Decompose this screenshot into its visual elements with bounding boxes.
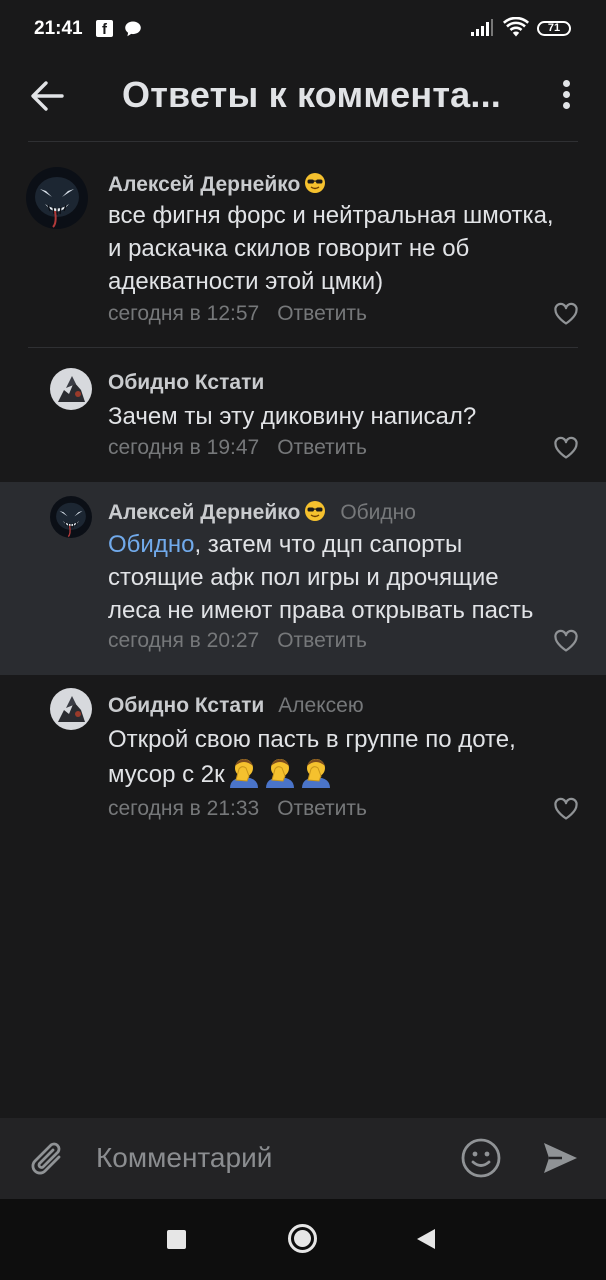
nav-back-button[interactable] bbox=[416, 1228, 436, 1250]
battery-icon: 71 bbox=[537, 21, 571, 36]
paperclip-icon[interactable] bbox=[28, 1138, 68, 1180]
cell-signal-icon bbox=[471, 19, 493, 36]
app-header: Ответы к коммента... bbox=[0, 58, 606, 142]
reply-button[interactable]: Ответить bbox=[277, 302, 367, 325]
arrow-left-icon bbox=[31, 81, 64, 111]
status-time: 21:41 bbox=[34, 18, 83, 39]
sunglasses-emoji-icon bbox=[305, 501, 326, 521]
comment-author[interactable]: Алексей Дернейко bbox=[108, 173, 300, 196]
facepalm-emoji-icon bbox=[229, 759, 258, 788]
comment-text: Зачем ты эту диковину написал? bbox=[108, 403, 477, 430]
home-button[interactable] bbox=[287, 1223, 318, 1254]
facebook-icon: f bbox=[96, 20, 113, 38]
comment-input[interactable] bbox=[96, 1140, 436, 1176]
mention-link[interactable]: Обидно bbox=[108, 531, 194, 558]
heart-icon[interactable] bbox=[553, 302, 579, 326]
status-bar: 21:41 f 71 bbox=[0, 0, 606, 58]
heart-icon[interactable] bbox=[553, 436, 579, 460]
comment-time: сегодня в 19:47 bbox=[108, 436, 260, 459]
back-button[interactable] bbox=[26, 74, 70, 118]
comment-item: Обидно Кстати Зачем ты эту диковину напи… bbox=[0, 348, 606, 482]
chat-bubble-icon bbox=[125, 21, 141, 37]
comment-time: сегодня в 20:27 bbox=[108, 629, 260, 652]
page-title: Ответы к коммента... bbox=[122, 74, 501, 115]
send-icon[interactable] bbox=[540, 1138, 580, 1178]
recent-apps-button[interactable] bbox=[167, 1230, 186, 1249]
sunglasses-emoji-icon bbox=[305, 173, 326, 193]
comment-author[interactable]: Алексей Дернейко bbox=[108, 501, 300, 524]
facepalm-emoji-icon bbox=[301, 759, 330, 788]
system-nav-bar bbox=[0, 1199, 606, 1280]
avatar[interactable] bbox=[50, 496, 92, 538]
reply-to-label[interactable]: Алексею bbox=[278, 694, 363, 717]
comment-time: сегодня в 12:57 bbox=[108, 302, 260, 325]
reply-button[interactable]: Ответить bbox=[277, 436, 367, 459]
comment-item: Обидно Кстати Алексею Открой свою пасть в… bbox=[0, 675, 606, 835]
comment-time: сегодня в 21:33 bbox=[108, 797, 260, 820]
avatar[interactable] bbox=[26, 167, 88, 229]
comment-author[interactable]: Обидно Кстати bbox=[108, 694, 264, 717]
comment-item-highlighted: Алексей Дернейко Обидно Обидно, затем что… bbox=[0, 482, 606, 675]
more-menu-button[interactable] bbox=[552, 76, 580, 116]
smiley-icon[interactable] bbox=[460, 1137, 502, 1179]
avatar[interactable] bbox=[50, 688, 92, 730]
comment-composer bbox=[0, 1118, 606, 1199]
comment-author[interactable]: Обидно Кстати bbox=[108, 371, 264, 394]
heart-icon[interactable] bbox=[553, 629, 579, 653]
wifi-icon bbox=[503, 17, 529, 37]
reply-to-label[interactable]: Обидно bbox=[340, 501, 416, 524]
comment-text: все фигня форс и нейтральная шмотка, и р… bbox=[108, 202, 554, 295]
facepalm-emoji-icon bbox=[265, 759, 294, 788]
avatar[interactable] bbox=[50, 368, 92, 410]
reply-button[interactable]: Ответить bbox=[277, 797, 367, 820]
comment-text: Открой свою пасть в группе по доте, мусо… bbox=[108, 726, 516, 788]
comment-text: Обидно, затем что дцп сапорты стоящие аф… bbox=[108, 531, 534, 624]
heart-icon[interactable] bbox=[553, 797, 579, 821]
reply-button[interactable]: Ответить bbox=[277, 629, 367, 652]
comment-item: Алексей Дернейко все фигня форс и нейтра… bbox=[0, 142, 606, 347]
